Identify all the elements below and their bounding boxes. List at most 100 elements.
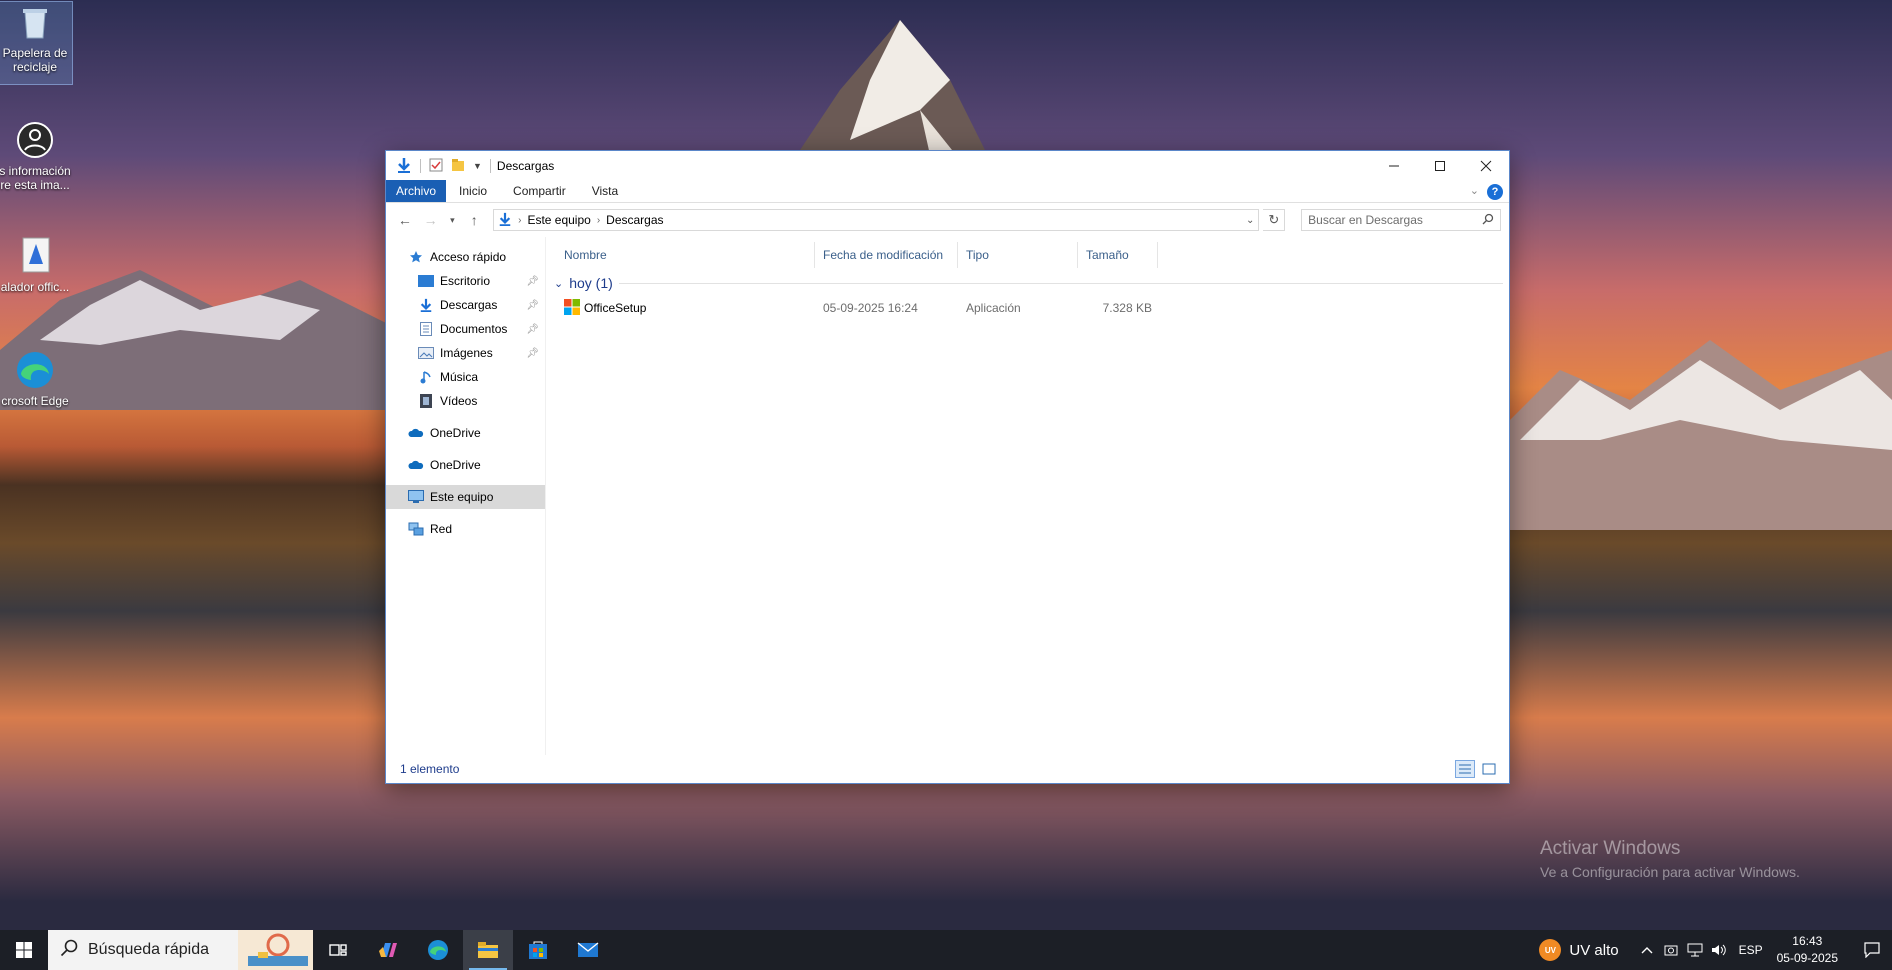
nav-item-documentos[interactable]: Documentos 📌︎ (386, 317, 545, 341)
desktop-icon-installer[interactable]: alador offic... (0, 236, 72, 294)
downloads-icon (396, 157, 412, 176)
table-row[interactable]: OfficeSetup 05-09-2025 16:24 Aplicación … (546, 297, 1509, 319)
forward-button[interactable]: → (420, 209, 442, 231)
close-button[interactable] (1463, 151, 1509, 181)
column-tipo[interactable]: Tipo (958, 242, 1078, 268)
tab-compartir[interactable]: Compartir (500, 180, 579, 202)
start-button[interactable] (0, 930, 48, 970)
meet-now-button[interactable] (1659, 943, 1683, 957)
input-language-button[interactable]: ESP (1739, 943, 1763, 957)
nav-item-acceso-rapido[interactable]: Acceso rápido (386, 245, 545, 269)
window-title: Descargas (496, 159, 555, 173)
speaker-icon (1711, 944, 1726, 956)
nav-item-videos[interactable]: Vídeos (386, 389, 545, 413)
desktop-folder-icon (418, 273, 434, 289)
status-bar: 1 elemento (386, 755, 1509, 783)
search-placeholder: Buscar en Descargas (1308, 213, 1423, 227)
pin-icon[interactable]: 📌︎ (526, 276, 539, 287)
nav-item-label: Vídeos (440, 394, 478, 408)
weather-widget[interactable]: UV UV alto (1539, 939, 1619, 961)
clock-button[interactable]: 16:43 05-09-2025 (1777, 933, 1838, 967)
nav-item-label: Documentos (440, 322, 508, 336)
pin-icon[interactable]: 📌︎ (526, 348, 539, 359)
recent-locations-button[interactable]: ▾ (446, 209, 460, 231)
column-tamano[interactable]: Tamaño (1078, 242, 1158, 268)
file-size: 7.328 KB (1102, 301, 1152, 315)
star-icon (408, 249, 424, 265)
file-name: OfficeSetup (584, 301, 647, 315)
nav-item-escritorio[interactable]: Escritorio 📌︎ (386, 269, 545, 293)
desktop-icon-label: crosoft Edge (1, 394, 69, 408)
file-explorer-window[interactable]: ▼ Descargas Archivo Inicio Compartir Vis… (385, 150, 1510, 784)
expand-ribbon-icon[interactable]: ⌄ (1470, 184, 1479, 197)
watermark-title: Activar Windows (1540, 838, 1681, 859)
help-icon[interactable]: ? (1487, 184, 1503, 200)
pin-icon[interactable]: 📌︎ (526, 300, 539, 311)
desktop-icon-edge[interactable]: crosoft Edge (0, 350, 72, 408)
taskbar: Búsqueda rápida UV UV alto ESP 16:43 05-… (0, 930, 1892, 970)
installer-icon (15, 236, 55, 276)
tab-vista[interactable]: Vista (579, 180, 631, 202)
details-view-button[interactable] (1455, 760, 1475, 778)
copilot-button[interactable] (363, 930, 413, 970)
large-icons-view-button[interactable] (1479, 760, 1499, 778)
chevron-down-icon[interactable]: ⌄ (1246, 215, 1254, 226)
group-header-hoy[interactable]: ⌄ hoy (1) (546, 269, 1509, 297)
file-name-cell[interactable]: OfficeSetup (546, 298, 815, 318)
taskbar-search-box[interactable]: Búsqueda rápida (48, 930, 313, 970)
nav-item-onedrive-2[interactable]: OneDrive (386, 453, 545, 477)
tab-archivo[interactable]: Archivo (386, 180, 447, 202)
chevron-right-icon[interactable]: › (518, 215, 521, 226)
desktop-icon-recycle-bin[interactable]: Papelera de reciclaje (0, 1, 73, 85)
breadcrumb-este-equipo[interactable]: Este equipo (527, 213, 590, 227)
nav-item-descargas[interactable]: Descargas 📌︎ (386, 293, 545, 317)
file-type: Aplicación (966, 301, 1021, 315)
network-status-button[interactable] (1683, 943, 1707, 957)
desktop-icon-label: alador offic... (0, 280, 70, 294)
nav-item-label: OneDrive (430, 426, 481, 440)
back-button[interactable]: ← (394, 209, 416, 231)
customize-qat-icon[interactable]: ▼ (473, 161, 482, 171)
office-logo-icon (564, 298, 580, 318)
desktop-icon-label: s información re esta ima... (0, 164, 71, 192)
tab-inicio[interactable]: Inicio (446, 180, 500, 202)
title-bar[interactable]: ▼ Descargas (386, 151, 1509, 181)
edge-button[interactable] (413, 930, 463, 970)
notification-center-button[interactable] (1852, 942, 1892, 958)
column-nombre[interactable]: Nombre (546, 242, 815, 268)
search-icon (60, 939, 78, 962)
file-explorer-button[interactable] (463, 930, 513, 970)
windows-logo-icon (16, 942, 32, 958)
breadcrumb-descargas[interactable]: Descargas (606, 213, 663, 227)
nav-item-imagenes[interactable]: Imágenes 📌︎ (386, 341, 545, 365)
minimize-button[interactable] (1371, 151, 1417, 181)
maximize-button[interactable] (1417, 151, 1463, 181)
properties-icon[interactable] (429, 158, 443, 175)
up-button[interactable]: ↑ (463, 209, 485, 231)
pin-icon[interactable]: 📌︎ (526, 324, 539, 335)
chevron-right-icon[interactable]: › (597, 215, 600, 226)
videos-icon (418, 393, 434, 409)
nav-item-label: OneDrive (430, 458, 481, 472)
task-view-button[interactable] (313, 930, 363, 970)
nav-item-label: Acceso rápido (430, 250, 507, 264)
store-button[interactable] (513, 930, 563, 970)
address-bar[interactable]: › Este equipo › Descargas ⌄ (493, 209, 1260, 231)
nav-item-onedrive[interactable]: OneDrive (386, 421, 545, 445)
show-hidden-icons-button[interactable] (1635, 946, 1659, 954)
search-input[interactable]: Buscar en Descargas (1301, 209, 1502, 231)
volume-button[interactable] (1707, 943, 1731, 957)
group-divider (618, 282, 1503, 284)
nav-item-red[interactable]: Red (386, 517, 545, 541)
refresh-button[interactable]: ↻ (1263, 209, 1286, 231)
desktop-icon-info[interactable]: s información re esta ima... (0, 120, 72, 192)
network-icon (1687, 943, 1703, 957)
mail-button[interactable] (563, 930, 613, 970)
nav-item-este-equipo[interactable]: Este equipo (386, 485, 545, 509)
nav-item-label: Música (440, 370, 479, 384)
wallpaper-snow-right (1480, 340, 1892, 530)
nav-item-musica[interactable]: Música (386, 365, 545, 389)
column-fecha-modificacion[interactable]: Fecha de modificación (815, 242, 958, 268)
new-folder-icon[interactable] (451, 158, 465, 175)
camera-icon (1664, 945, 1678, 956)
